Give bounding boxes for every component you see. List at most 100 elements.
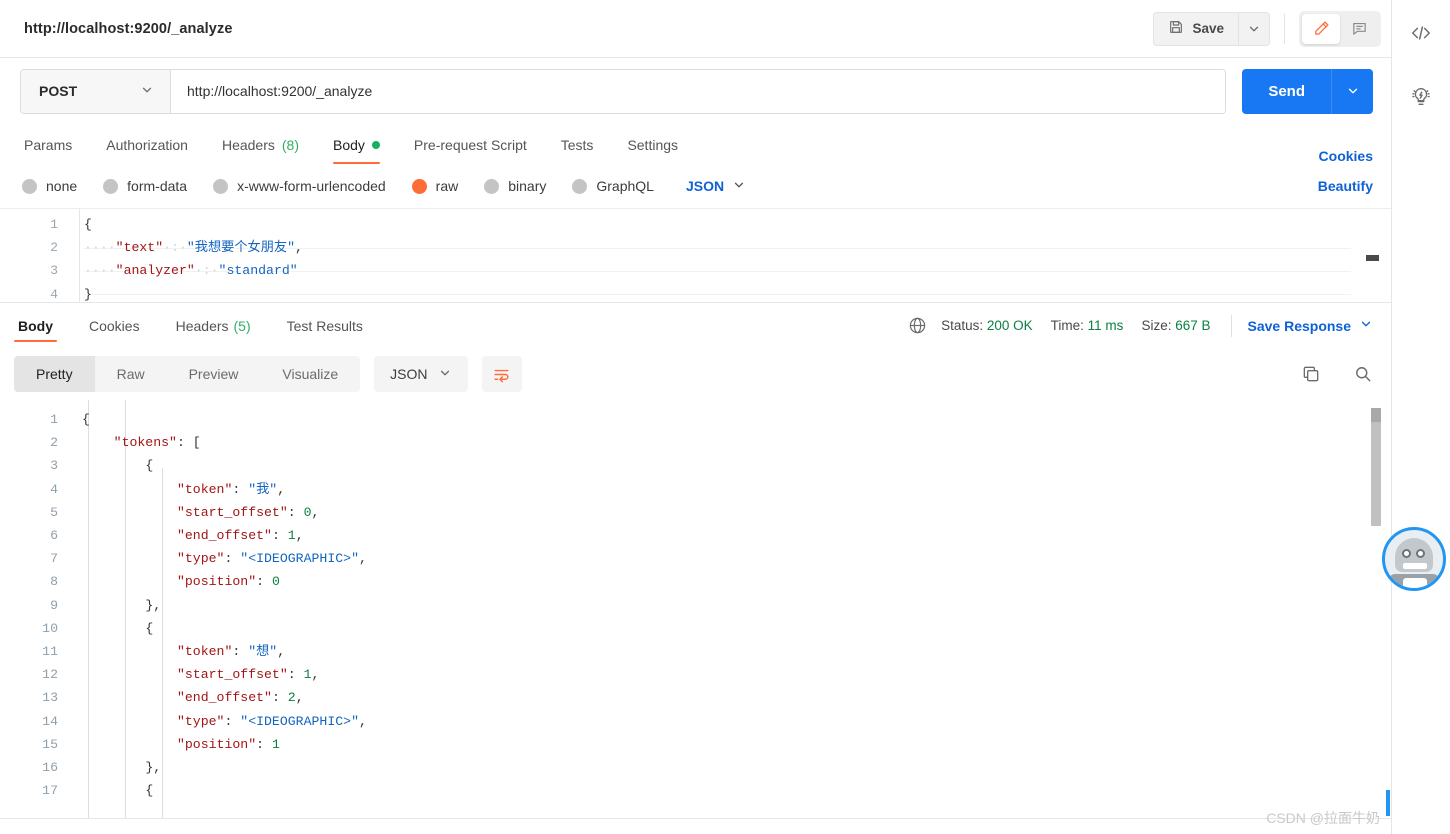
status-badge: Status: 200 OK <box>941 318 1033 333</box>
code-line: "end_offset": 1, <box>176 528 304 544</box>
radio-dot-icon <box>22 178 37 194</box>
url-input[interactable] <box>171 69 1226 113</box>
status-value: 200 OK <box>986 318 1033 333</box>
code-line: "tokens": [ <box>113 435 201 451</box>
line-number: 6 <box>50 528 58 544</box>
radio-dot-icon <box>572 178 588 194</box>
response-tab-body[interactable]: Body <box>14 303 57 348</box>
send-button[interactable]: Send <box>1242 68 1331 114</box>
line-number: 16 <box>42 760 58 776</box>
tab-label: Headers <box>221 137 275 153</box>
chevron-down-icon <box>732 178 746 195</box>
response-tab-headers[interactable]: Headers (5) <box>172 303 255 348</box>
save-button-group: Save <box>1153 11 1270 46</box>
tab-body[interactable]: Body <box>333 126 380 164</box>
view-pretty[interactable]: Pretty <box>14 356 95 392</box>
meta-divider <box>1230 314 1232 337</box>
request-body-editor[interactable]: 1 2 3 4 {····"text"·:·"我想要个女朋友", ····"analyz… <box>0 208 1391 302</box>
code-line: { <box>84 217 92 232</box>
tab-settings[interactable]: Settings <box>627 126 678 164</box>
view-raw[interactable]: Raw <box>95 356 167 392</box>
response-body-viewer[interactable]: 1 2 3 4 5 6 7 8 9 10 11 12 13 14 15 16 17 { "tokens": [ … <box>0 400 1391 818</box>
line-number: 3 <box>50 458 58 474</box>
line-number: 5 <box>50 504 58 520</box>
response-line-numbers: 1 2 3 4 5 6 7 8 9 10 11 12 13 14 15 16 17 <box>0 400 70 818</box>
bot-mouth <box>1403 563 1427 569</box>
line-number: 3 <box>50 263 58 279</box>
page-title: http://localhost:9200/_analyze <box>24 20 233 37</box>
comment-icon[interactable] <box>1340 14 1378 44</box>
size-value: 667 B <box>1175 318 1211 333</box>
tab-pre-request-script[interactable]: Pre-request Script <box>414 126 527 164</box>
line-number: 1 <box>50 412 58 427</box>
response-tab-test-results[interactable]: Test Results <box>283 303 367 348</box>
request-scrollbar-thumb[interactable] <box>1366 255 1379 261</box>
body-type-row: none form-data x-www-form-urlencoded raw… <box>0 164 1391 208</box>
response-tab-cookies[interactable]: Cookies <box>85 303 144 348</box>
response-format-select[interactable]: JSON <box>374 356 468 392</box>
line-number: 15 <box>42 736 58 752</box>
request-response-pane: http://localhost:9200/_analyze Save POST… <box>0 0 1391 834</box>
toolbar-divider <box>1284 13 1285 44</box>
bot-collar <box>1403 578 1427 588</box>
pencil-icon[interactable] <box>1302 13 1340 44</box>
code-line: "position": 0 <box>176 574 280 590</box>
tab-tests[interactable]: Tests <box>561 126 594 164</box>
request-body-code[interactable]: {····"text"·:·"我想要个女朋友", ····"analyzer"·:… <box>84 209 1391 302</box>
right-sidebar <box>1391 0 1450 834</box>
tab-params[interactable]: Params <box>24 126 72 164</box>
radio-label: binary <box>508 178 547 194</box>
view-visualize[interactable]: Visualize <box>260 356 360 392</box>
line-number: 2 <box>50 435 58 451</box>
time-badge: Time: 11 ms <box>1051 318 1124 333</box>
response-scrollbar-thumb[interactable] <box>1371 408 1381 526</box>
code-line: }, <box>145 597 162 613</box>
http-method-select[interactable]: POST <box>21 69 171 113</box>
line-number: 10 <box>42 620 58 636</box>
response-scrollbar-thumb-cap[interactable] <box>1371 408 1381 422</box>
copy-icon[interactable] <box>1301 364 1321 384</box>
save-button[interactable]: Save <box>1153 11 1238 46</box>
lightbulb-icon[interactable] <box>1404 80 1438 114</box>
tab-label: Cookies <box>89 317 140 334</box>
code-line: ····"text"·:·"我想要个女朋友", <box>84 240 303 256</box>
code-line: { <box>145 783 154 799</box>
beautify-link[interactable]: Beautify <box>1318 178 1373 194</box>
radio-graphql[interactable]: GraphQL <box>572 178 654 194</box>
code-line: "token": "我", <box>176 481 286 497</box>
tab-headers[interactable]: Headers (8) <box>222 126 299 164</box>
save-options-chevron-down-icon[interactable] <box>1238 11 1270 46</box>
tab-label: Headers <box>175 317 229 334</box>
radio-none[interactable]: none <box>22 178 77 194</box>
send-options-chevron-down-icon[interactable] <box>1331 68 1373 114</box>
size-badge: Size: 667 B <box>1141 318 1210 333</box>
tab-label: Body <box>18 317 53 334</box>
bot-avatar[interactable] <box>1382 527 1446 591</box>
response-view-toolbar: Pretty Raw Preview Visualize JSON <box>0 348 1391 400</box>
radio-binary[interactable]: binary <box>484 178 546 194</box>
edit-comment-group <box>1299 10 1381 47</box>
radio-dot-icon <box>484 178 500 194</box>
save-response-button[interactable]: Save Response <box>1248 317 1374 334</box>
code-icon[interactable] <box>1404 16 1438 50</box>
tab-count: (5) <box>233 317 251 334</box>
cookies-link[interactable]: Cookies <box>1319 148 1373 164</box>
radio-label: raw <box>435 178 459 194</box>
response-format-value: JSON <box>390 366 428 382</box>
response-body-code[interactable]: { "tokens": [ { "token": "我", "start_off… <box>82 400 1391 818</box>
body-format-select[interactable]: JSON <box>686 178 746 195</box>
code-line: "type": "<IDEOGRAPHIC>", <box>176 551 367 567</box>
floppy-disk-icon <box>1168 19 1184 38</box>
size-label: Size: <box>1141 318 1172 333</box>
save-button-label: Save <box>1192 21 1224 36</box>
code-line: { <box>145 458 154 474</box>
view-preview[interactable]: Preview <box>167 356 261 392</box>
radio-form-data[interactable]: form-data <box>103 178 187 194</box>
search-icon[interactable] <box>1353 364 1373 384</box>
tab-authorization[interactable]: Authorization <box>106 126 188 164</box>
radio-x-www-form-urlencoded[interactable]: x-www-form-urlencoded <box>213 178 386 194</box>
radio-raw[interactable]: raw <box>411 178 459 194</box>
word-wrap-icon[interactable] <box>481 356 522 392</box>
status-label: Status: <box>941 318 984 333</box>
body-present-dot-icon <box>371 141 380 149</box>
